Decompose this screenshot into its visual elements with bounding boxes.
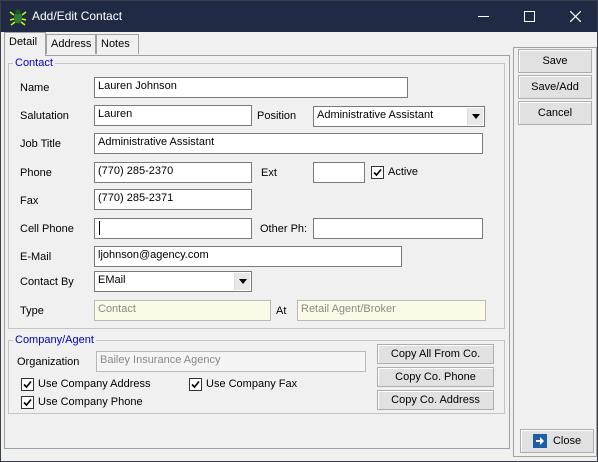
close-button[interactable]: Close [520,429,594,453]
name-field[interactable]: Lauren Johnson [94,77,408,98]
maximize-icon [523,11,535,22]
contact-group: Contact [8,57,505,329]
tab-address[interactable]: Address [46,34,96,54]
email-label: E-Mail [20,251,52,263]
contact-group-title: Contact [13,57,55,69]
add-edit-contact-window: Add/Edit Contact Detail Address Notes Co… [0,0,598,462]
checkmark-icon [23,398,32,407]
cell-phone-label: Cell Phone [20,223,74,235]
maximize-button[interactable] [506,1,552,32]
job-title-field[interactable]: Administrative Assistant [94,133,483,154]
use-company-phone-checkbox[interactable] [21,396,34,409]
window-title: Add/Edit Contact [32,9,123,23]
checkmark-icon [191,380,200,389]
tab-detail[interactable]: Detail [4,32,46,56]
close-icon [569,11,581,22]
contact-by-label: Contact By [20,276,74,288]
ext-label: Ext [261,167,277,179]
fax-field[interactable]: (770) 285-2371 [94,189,252,210]
checkmark-icon [23,380,32,389]
text-caret [99,221,100,235]
company-agent-group-title: Company/Agent [13,334,96,346]
chevron-down-icon [471,114,480,119]
other-phone-label: Other Ph: [260,223,308,235]
organization-field: Bailey Insurance Agency [96,351,366,372]
tab-address-label: Address [51,38,92,50]
copy-company-address-button[interactable]: Copy Co. Address [377,390,494,410]
type-field: Contact [94,300,271,321]
organization-label: Organization [17,356,80,368]
minimize-button[interactable] [460,1,506,32]
other-phone-field[interactable] [313,218,483,239]
save-add-button[interactable]: Save/Add [518,75,592,99]
copy-company-phone-button[interactable]: Copy Co. Phone [377,367,494,387]
job-title-label: Job Title [20,138,61,150]
use-company-fax-checkbox[interactable] [189,378,202,391]
tab-notes-label: Notes [101,38,130,50]
close-button-label: Close [552,435,582,447]
use-company-address-label: Use Company Address [38,378,151,390]
copy-all-from-company-button[interactable]: Copy All From Co. [377,344,494,364]
contact-by-value: EMail [98,274,126,286]
fax-label: Fax [20,195,39,207]
phone-field[interactable]: (770) 285-2370 [94,162,252,183]
tab-notes[interactable]: Notes [96,34,139,54]
salutation-field[interactable]: Lauren [94,105,252,126]
use-company-phone-label: Use Company Phone [38,396,143,408]
save-button[interactable]: Save [518,49,592,73]
position-dropdown-button[interactable] [467,108,483,125]
position-value: Administrative Assistant [317,109,434,121]
active-checkbox[interactable] [371,166,384,179]
bug-app-icon [9,8,27,26]
cell-phone-field[interactable] [94,218,252,239]
exit-arrow-icon [532,434,547,448]
title-bar: Add/Edit Contact [1,1,597,32]
checkmark-icon [373,168,382,177]
contact-by-dropdown-button[interactable] [234,273,250,290]
salutation-label: Salutation [20,110,69,122]
position-label: Position [257,110,297,122]
name-label: Name [20,82,50,94]
use-company-address-checkbox[interactable] [21,378,34,391]
tab-detail-label: Detail [9,36,38,48]
cancel-button[interactable]: Cancel [518,101,592,125]
type-label: Type [20,305,44,317]
use-company-fax-label: Use Company Fax [206,378,298,390]
phone-label: Phone [20,167,52,179]
at-label: At [276,305,287,317]
detail-tab-panel: Contact Name Lauren Johnson Salutation L… [4,55,510,449]
position-select[interactable]: Administrative Assistant [313,106,485,127]
at-field: Retail Agent/Broker [297,300,486,321]
action-panel: Save Save/Add Cancel Close [513,47,597,457]
active-label: Active [388,166,418,178]
minimize-icon [477,16,489,17]
contact-by-select[interactable]: EMail [94,271,252,292]
email-field[interactable]: ljohnson@agency.com [94,246,402,267]
ext-field[interactable] [313,162,365,183]
close-window-button[interactable] [552,1,598,32]
chevron-down-icon [238,279,247,284]
